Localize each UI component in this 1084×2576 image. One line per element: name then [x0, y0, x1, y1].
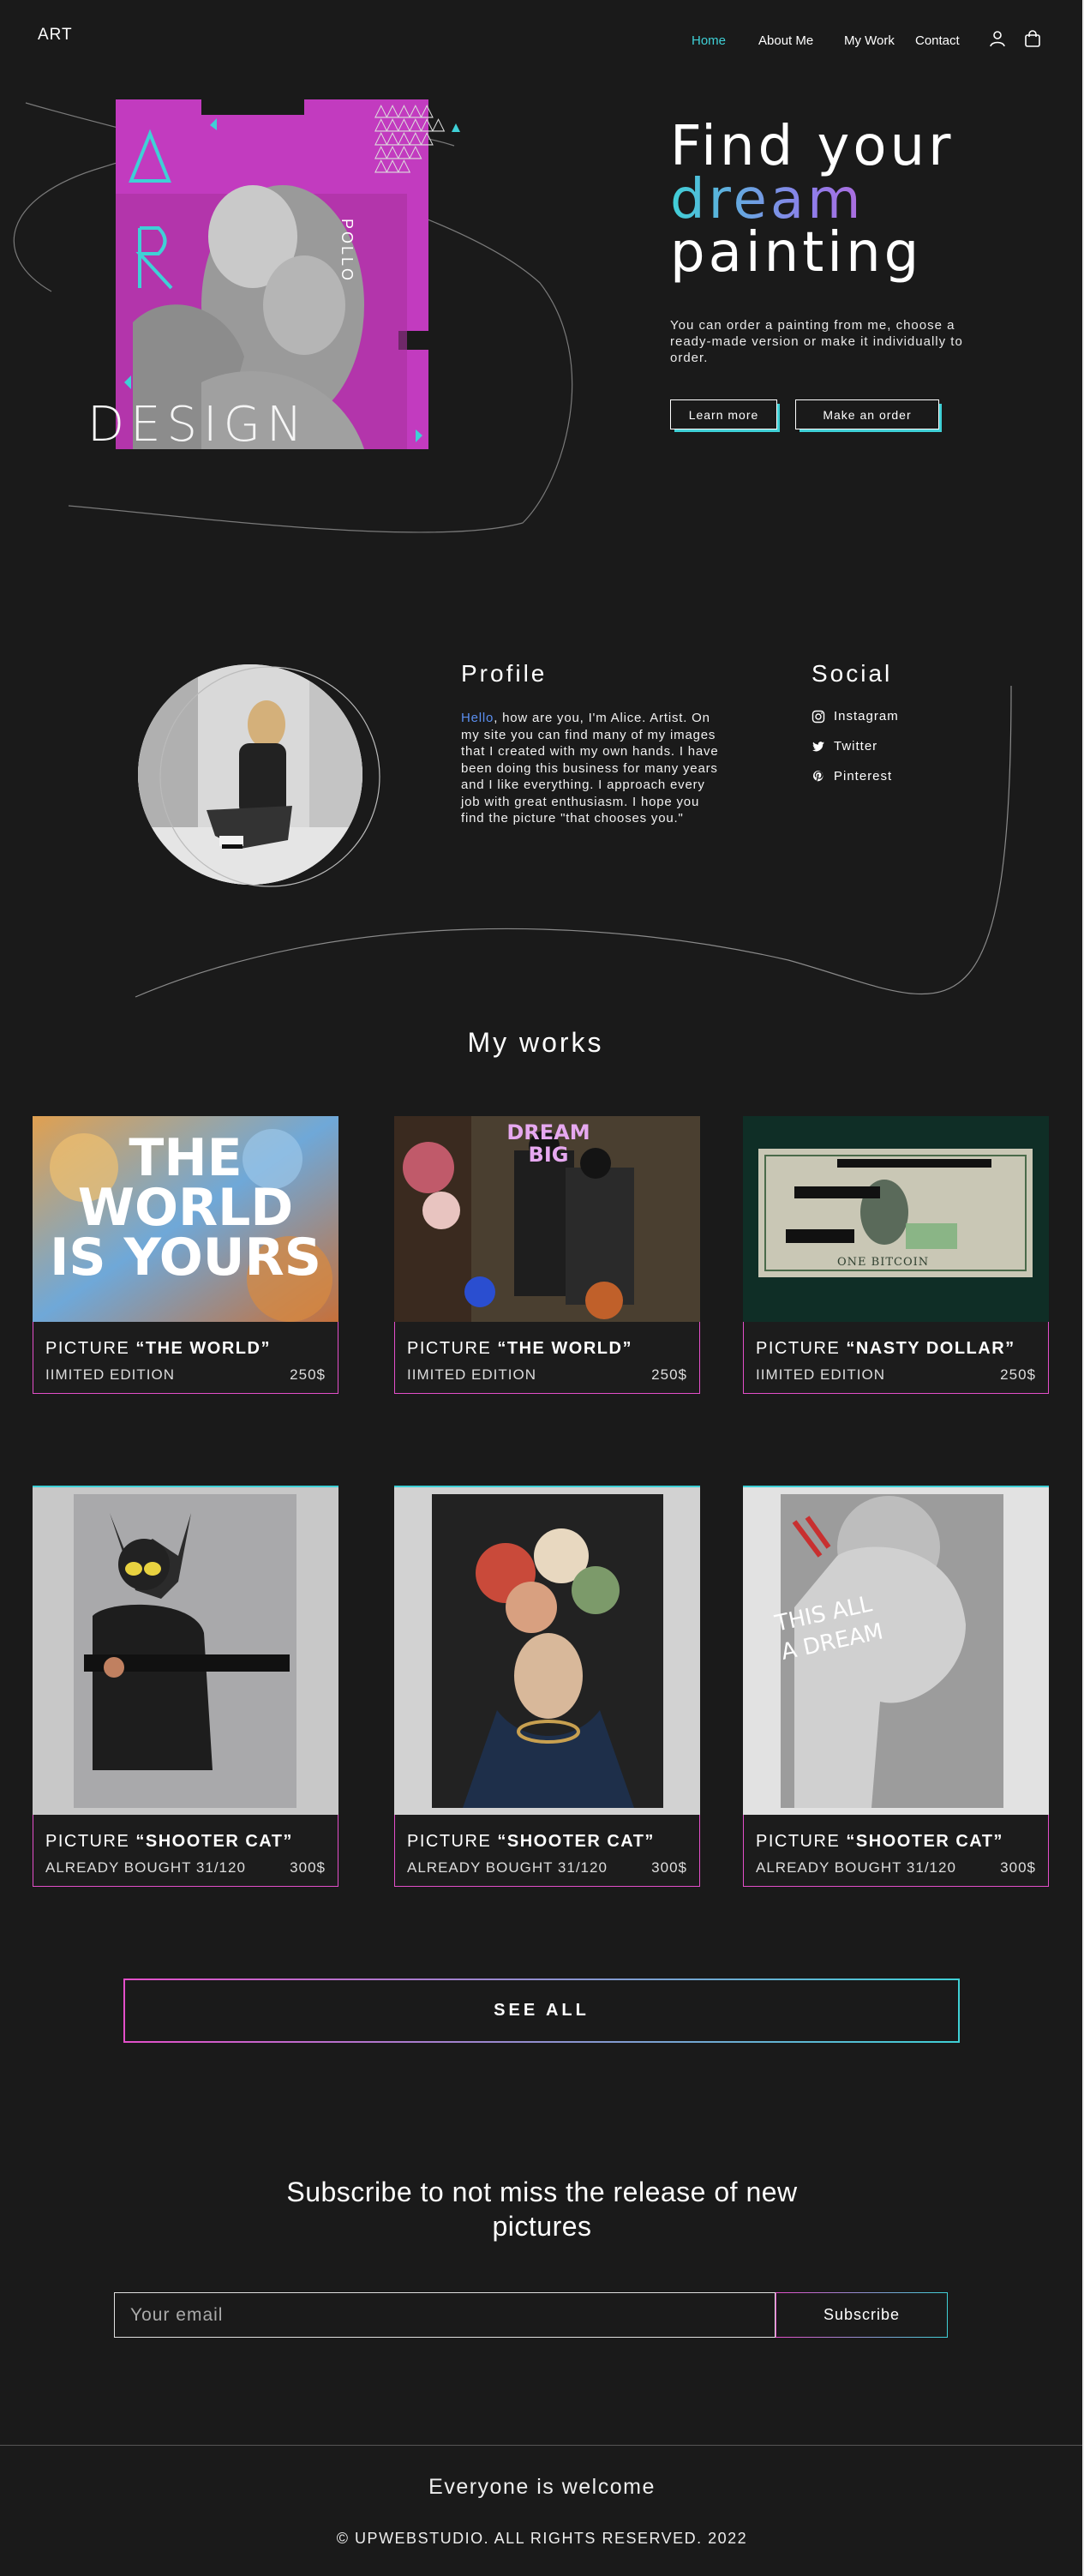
- card-title: PICTURE “NASTY DOLLAR”: [756, 1339, 1015, 1359]
- card-prefix: PICTURE: [756, 1339, 841, 1358]
- nav-my-work[interactable]: My Work: [844, 33, 895, 48]
- make-order-button[interactable]: Make an order: [795, 399, 939, 429]
- profile-body: , how are you, I'm Alice. Artist. On my …: [461, 711, 719, 826]
- work-card[interactable]: THE WORLD IS YOURS PICTURE “THE WORLD” I…: [33, 1116, 338, 1394]
- social-twitter[interactable]: Twitter: [812, 739, 877, 754]
- card-image-text: THE WORLD IS YOURS: [50, 1128, 321, 1288]
- art-label-design: DESIGN: [87, 397, 308, 453]
- card-info: PICTURE “SHOOTER CAT” ALREADY BOUGHT 31/…: [33, 1815, 338, 1887]
- card-image-text: DREAM BIG: [506, 1120, 590, 1167]
- footer-divider: [0, 2445, 1084, 2446]
- subscribe-title: Subscribe to not miss the release of new…: [0, 2175, 1084, 2243]
- social-title: Social: [812, 660, 893, 687]
- card-subtitle: ALREADY BOUGHT 31/120: [756, 1859, 956, 1876]
- card-name: “SHOOTER CAT”: [135, 1832, 293, 1851]
- shopping-bag-icon[interactable]: [1023, 29, 1042, 48]
- subscribe-title-line1: Subscribe to not miss the release of new: [286, 2177, 798, 2207]
- social-instagram[interactable]: Instagram: [812, 709, 899, 724]
- email-field[interactable]: [114, 2292, 776, 2338]
- triangle-cyan-icon: [452, 123, 460, 132]
- footer-copyright: © UPWEBSTUDIO. ALL RIGHTS RESERVED. 2022: [336, 2530, 748, 2547]
- card-title: PICTURE “SHOOTER CAT”: [756, 1832, 1003, 1852]
- hero-title-line3: painting: [670, 221, 923, 285]
- card-price: 250$: [651, 1366, 687, 1383]
- social-pinterest[interactable]: Pinterest: [812, 769, 892, 784]
- card-subtitle: ALREADY BOUGHT 31/120: [407, 1859, 608, 1876]
- card-image: [394, 1486, 700, 1815]
- nav-home[interactable]: Home: [692, 33, 726, 48]
- art-label-pollo: POLLO: [338, 219, 356, 284]
- card-subtitle: ALREADY BOUGHT 31/120: [45, 1859, 246, 1876]
- card-name: “NASTY DOLLAR”: [846, 1339, 1015, 1358]
- work-card[interactable]: THIS ALL A DREAM PICTURE “SHOOTER CAT” A…: [743, 1486, 1049, 1887]
- work-card[interactable]: PICTURE “SHOOTER CAT” ALREADY BOUGHT 31/…: [33, 1486, 338, 1887]
- social-instagram-label: Instagram: [834, 709, 899, 724]
- card-price: 300$: [1000, 1859, 1036, 1876]
- card-title: PICTURE “THE WORLD”: [45, 1339, 271, 1359]
- card-info: PICTURE “THE WORLD” IIMITED EDITION 250$: [33, 1322, 338, 1394]
- card-title: PICTURE “SHOOTER CAT”: [407, 1832, 655, 1852]
- card-price: 250$: [290, 1366, 326, 1383]
- hero-description: You can order a painting from me, choose…: [670, 318, 963, 365]
- card-image-text: ONE BITCOIN: [837, 1256, 930, 1269]
- instagram-icon: [812, 710, 825, 723]
- card-title: PICTURE “THE WORLD”: [407, 1339, 632, 1359]
- profile-title: Profile: [461, 660, 548, 687]
- social-pinterest-label: Pinterest: [834, 769, 893, 784]
- card-subtitle: IIMITED EDITION: [45, 1366, 175, 1383]
- card-image: [743, 1116, 1049, 1322]
- learn-more-button[interactable]: Learn more: [670, 399, 777, 429]
- card-name: “SHOOTER CAT”: [846, 1832, 1003, 1851]
- nav-contact[interactable]: Contact: [915, 33, 960, 48]
- hero-title-line1: Find your: [670, 115, 955, 178]
- card-subtitle: IIMITED EDITION: [756, 1366, 885, 1383]
- card-info: PICTURE “SHOOTER CAT” ALREADY BOUGHT 31/…: [394, 1815, 700, 1887]
- work-card[interactable]: DREAM BIG PICTURE “THE WORLD” IIMITED ED…: [394, 1116, 700, 1394]
- card-name: “SHOOTER CAT”: [497, 1832, 655, 1851]
- card-prefix: PICTURE: [45, 1832, 130, 1851]
- social-twitter-label: Twitter: [834, 739, 878, 754]
- work-card[interactable]: ONE BITCOIN PICTURE “NASTY DOLLAR” IIMIT…: [743, 1116, 1049, 1394]
- card-info: PICTURE “NASTY DOLLAR” IIMITED EDITION 2…: [743, 1322, 1049, 1394]
- subscribe-title-line2: pictures: [492, 2211, 592, 2242]
- profile-hello: Hello: [461, 711, 494, 725]
- card-prefix: PICTURE: [45, 1339, 130, 1358]
- hero-title: Find your dream painting: [670, 115, 955, 285]
- card-name: “THE WORLD”: [497, 1339, 632, 1358]
- card-price: 300$: [290, 1859, 326, 1876]
- site-logo[interactable]: ART: [38, 26, 73, 45]
- card-info: PICTURE “THE WORLD” IIMITED EDITION 250$: [394, 1322, 700, 1394]
- card-price: 300$: [651, 1859, 687, 1876]
- see-all-button[interactable]: SEE ALL: [123, 1979, 960, 2043]
- triangle-pattern: △△△△△ △△△△△△ △△△△△ △△△△ △△△: [374, 99, 445, 175]
- hero-title-dream: dream: [670, 172, 954, 227]
- card-prefix: PICTURE: [756, 1832, 841, 1851]
- pinterest-icon: [812, 770, 823, 781]
- card-info: PICTURE “SHOOTER CAT” ALREADY BOUGHT 31/…: [743, 1815, 1049, 1887]
- card-subtitle: IIMITED EDITION: [407, 1366, 536, 1383]
- card-name: “THE WORLD”: [135, 1339, 271, 1358]
- card-image: [33, 1486, 338, 1815]
- card-price: 250$: [1000, 1366, 1036, 1383]
- card-title: PICTURE “SHOOTER CAT”: [45, 1832, 293, 1852]
- profile-text: Hello, how are you, I'm Alice. Artist. O…: [461, 710, 727, 827]
- subscribe-button[interactable]: Subscribe: [776, 2292, 948, 2338]
- twitter-icon: [812, 741, 824, 751]
- user-icon[interactable]: [988, 29, 1007, 48]
- works-title: My works: [467, 1027, 604, 1058]
- card-prefix: PICTURE: [407, 1832, 492, 1851]
- nav-about-me[interactable]: About Me: [758, 33, 813, 48]
- avatar-ring: [159, 666, 380, 887]
- footer-welcome: Everyone is welcome: [428, 2475, 656, 2499]
- work-card[interactable]: PICTURE “SHOOTER CAT” ALREADY BOUGHT 31/…: [394, 1486, 700, 1887]
- card-prefix: PICTURE: [407, 1339, 492, 1358]
